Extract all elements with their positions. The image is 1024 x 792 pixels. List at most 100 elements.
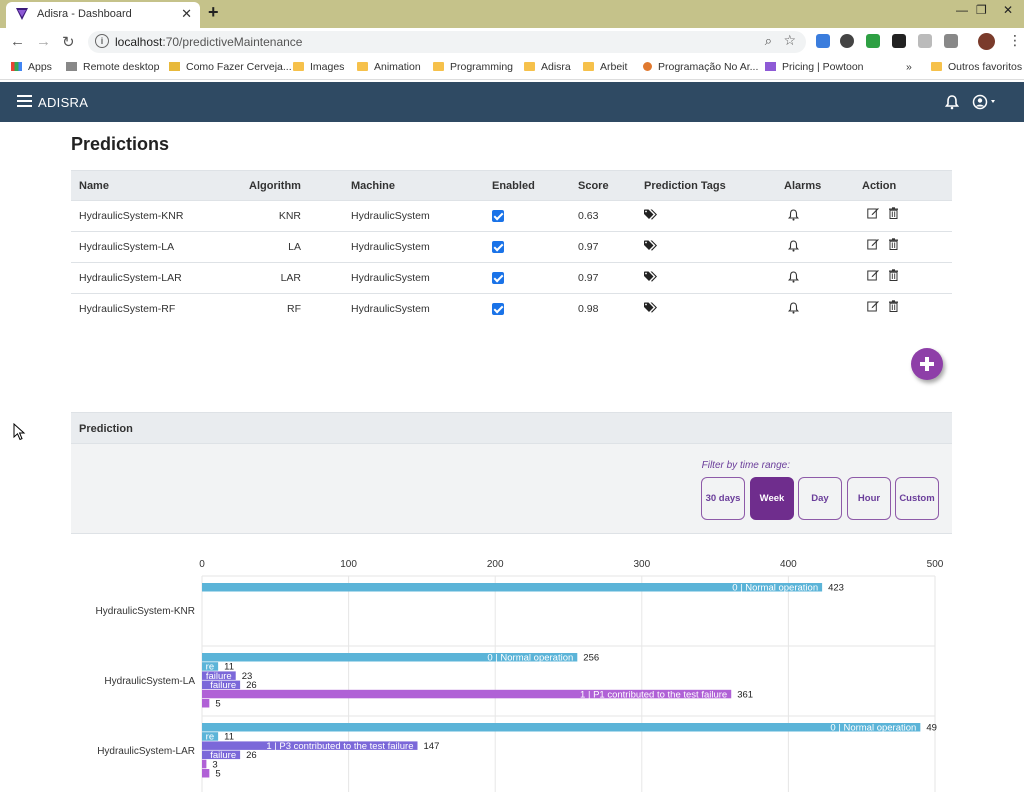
table-row: HydraulicSystem-KNR KNR HydraulicSystem …	[71, 200, 952, 232]
bookmark-images[interactable]: Images	[293, 61, 344, 73]
x-tick-label: 400	[780, 559, 797, 570]
bookmark-adisra[interactable]: Adisra	[524, 61, 571, 73]
extension-icon[interactable]	[944, 34, 958, 48]
row-score: 0.63	[578, 200, 644, 232]
bookmark-apps[interactable]: Apps	[11, 61, 52, 73]
edit-icon[interactable]	[867, 300, 879, 312]
bookmark-cerveja[interactable]: Como Fazer Cerveja...	[169, 61, 292, 73]
range-day-button[interactable]: Day	[798, 477, 842, 520]
tags-icon[interactable]	[644, 271, 658, 282]
bar-value-label: 361	[737, 689, 753, 700]
extension-icon[interactable]	[918, 34, 932, 48]
bar-label: 1 | P3 contributed to the test failure	[266, 741, 413, 752]
alarm-bell-icon[interactable]	[787, 270, 800, 283]
header-prediction-tags[interactable]: Prediction Tags	[644, 170, 784, 201]
tags-icon[interactable]	[644, 302, 658, 313]
header-name[interactable]: Name	[71, 170, 249, 201]
bar	[202, 759, 207, 769]
x-tick-label: 500	[927, 559, 944, 570]
bar-value-label: 256	[583, 653, 599, 664]
enabled-checkbox[interactable]	[492, 241, 504, 254]
bar-value-label: 26	[246, 750, 257, 761]
filter-label: Filter by time range:	[701, 460, 790, 471]
user-icon[interactable]	[972, 94, 1000, 110]
bell-icon[interactable]	[944, 94, 960, 110]
enabled-checkbox[interactable]	[492, 210, 504, 223]
delete-icon[interactable]	[888, 206, 899, 219]
row-machine: HydraulicSystem	[351, 262, 492, 294]
bar-label: re	[206, 732, 214, 743]
bookmark-remote-desktop[interactable]: Remote desktop	[66, 61, 159, 73]
delete-icon[interactable]	[888, 300, 899, 312]
new-tab-icon[interactable]: +	[208, 2, 219, 23]
back-icon[interactable]: ←	[10, 33, 25, 50]
window-close-icon[interactable]: ✕	[1003, 3, 1013, 17]
edit-icon[interactable]	[867, 238, 879, 250]
browser-tab[interactable]: Adisra - Dashboard ✕	[6, 2, 200, 28]
table-row: HydraulicSystem-LAR LAR HydraulicSystem …	[71, 262, 952, 294]
bar-label: failure	[210, 680, 236, 691]
add-prediction-button[interactable]	[911, 348, 943, 380]
header-machine[interactable]: Machine	[351, 170, 492, 201]
header-enabled[interactable]: Enabled	[492, 170, 578, 201]
reload-icon[interactable]: ↻	[62, 33, 75, 51]
tags-icon[interactable]	[644, 240, 658, 251]
site-info-icon[interactable]: i	[95, 34, 109, 48]
extension-icon[interactable]	[892, 34, 906, 48]
header-alarms[interactable]: Alarms	[784, 170, 862, 201]
edit-icon[interactable]	[867, 207, 879, 219]
row-name: HydraulicSystem-LAR	[71, 262, 249, 294]
mouse-cursor-icon	[13, 423, 26, 441]
tab-close-icon[interactable]: ✕	[181, 6, 192, 22]
app-navbar: ADISRA	[0, 82, 1024, 122]
header-action[interactable]: Action	[862, 170, 952, 201]
enabled-checkbox[interactable]	[492, 272, 504, 285]
restore-icon[interactable]: ❐	[976, 3, 987, 17]
extension-icon[interactable]	[866, 34, 880, 48]
browser-menu-icon[interactable]: ⋮	[1008, 32, 1022, 49]
x-tick-label: 200	[487, 559, 504, 570]
table-row: HydraulicSystem-LA LA HydraulicSystem 0.…	[71, 231, 952, 263]
bookmark-animation[interactable]: Animation	[357, 61, 421, 73]
extension-icon[interactable]	[816, 34, 830, 48]
row-score: 0.98	[578, 293, 644, 325]
bookmark-programming[interactable]: Programming	[433, 61, 513, 73]
edit-icon[interactable]	[867, 269, 879, 281]
zoom-icon[interactable]: ⌕	[765, 33, 772, 49]
bookmark-powtoon[interactable]: Pricing | Powtoon	[765, 61, 864, 73]
bookmarks-overflow-icon[interactable]: »	[906, 61, 912, 73]
forward-icon[interactable]: →	[36, 33, 51, 50]
range-week-button[interactable]: Week	[750, 477, 794, 520]
header-score[interactable]: Score	[578, 170, 644, 201]
prediction-panel-title: Prediction	[79, 423, 133, 435]
profile-avatar[interactable]	[978, 33, 995, 50]
brand-title: ADISRA	[38, 95, 89, 110]
bar-label: 0 | Normal operation	[830, 723, 916, 734]
tags-icon[interactable]	[644, 209, 658, 220]
bar-value-label: 5	[215, 699, 220, 710]
bookmark-other-favorites[interactable]: Outros favoritos	[931, 61, 1022, 73]
bookmark-programacao[interactable]: Programação No Ar...	[643, 61, 758, 73]
table-row: HydraulicSystem-RF RF HydraulicSystem 0.…	[71, 293, 952, 325]
url-field[interactable]: i localhost:70/predictiveMaintenance ⌕ ☆	[88, 31, 806, 53]
bar-value-label: 49	[926, 723, 937, 734]
alarm-bell-icon[interactable]	[787, 208, 800, 221]
enabled-checkbox[interactable]	[492, 303, 504, 316]
range-custom-button[interactable]: Custom	[895, 477, 939, 520]
alarm-bell-icon[interactable]	[787, 239, 800, 252]
range-30-days-button[interactable]: 30 days	[701, 477, 745, 520]
bookmark-arbeit[interactable]: Arbeit	[583, 61, 627, 73]
alarm-bell-icon[interactable]	[787, 302, 800, 314]
minimize-icon[interactable]: —	[956, 3, 968, 17]
range-hour-button[interactable]: Hour	[847, 477, 891, 520]
x-tick-label: 0	[199, 559, 205, 570]
delete-icon[interactable]	[888, 268, 899, 281]
hamburger-icon[interactable]	[17, 95, 32, 107]
bookmark-star-icon[interactable]: ☆	[783, 32, 796, 49]
row-algorithm: KNR	[249, 200, 351, 232]
extension-icon[interactable]	[840, 34, 854, 48]
group-label: HydraulicSystem-LA	[104, 676, 195, 687]
prediction-chart: 0 100 200 300 400 500 HydraulicSystem-KNR 0 | N…	[96, 559, 944, 792]
delete-icon[interactable]	[888, 237, 899, 250]
header-algorithm[interactable]: Algorithm	[249, 170, 351, 201]
